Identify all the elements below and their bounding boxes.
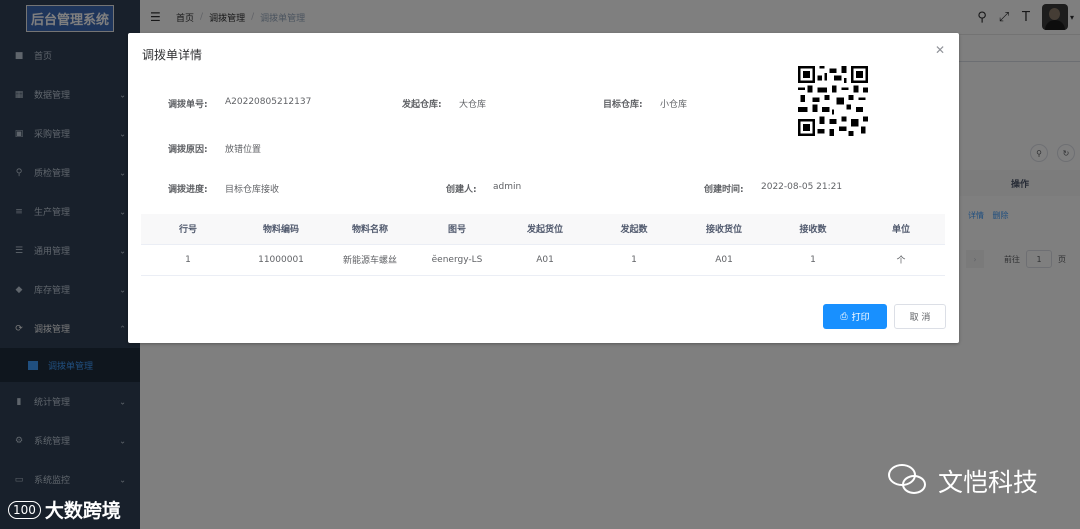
created-time-label: 创建时间: — [704, 185, 744, 195]
col-material-name: 物料名称 — [327, 214, 413, 245]
col-to-qty: 接收数 — [769, 214, 857, 245]
created-time-value: 2022-08-05 21:21 — [761, 182, 843, 192]
cell-material-code: 11000001 — [235, 244, 327, 276]
print-button[interactable]: ⎙ 打印 — [823, 304, 887, 329]
dialog-title: 调拨单详情 — [142, 48, 203, 62]
col-drawing-no: 图号 — [413, 214, 501, 245]
watermark-right: 文恺科技 — [888, 463, 1038, 499]
cell-to-location: A01 — [679, 244, 769, 276]
cell-line-no: 1 — [141, 244, 235, 276]
col-unit: 单位 — [857, 214, 945, 245]
watermark-logo: 100 — [8, 500, 41, 519]
close-icon[interactable]: ✕ — [935, 43, 945, 57]
printer-icon: ⎙ — [840, 311, 848, 322]
watermark-left-text: 大数跨境 — [44, 500, 121, 522]
cell-drawing-no: ӗenergy-LS — [413, 244, 501, 276]
col-from-qty: 发起数 — [589, 214, 679, 245]
cell-unit: 个 — [857, 244, 945, 276]
to-warehouse-value: 小仓库 — [660, 100, 688, 110]
cell-from-qty: 1 — [589, 244, 679, 276]
wechat-icon — [888, 464, 930, 498]
creator-value: admin — [493, 182, 522, 192]
from-warehouse-value: 大仓库 — [459, 100, 487, 110]
reason-label: 调拨原因: — [168, 145, 208, 155]
from-warehouse-label: 发起仓库: — [402, 100, 442, 110]
cancel-button[interactable]: 取 消 — [894, 304, 946, 329]
qr-code-image — [798, 66, 868, 136]
print-button-label: 打印 — [851, 313, 870, 323]
col-material-code: 物料编码 — [235, 214, 327, 245]
col-to-location: 接收货位 — [679, 214, 769, 245]
creator-label: 创建人: — [446, 185, 477, 195]
table-header-row: 行号 物料编码 物料名称 图号 发起货位 发起数 接收货位 接收数 单位 — [141, 214, 945, 245]
order-no-label: 调拨单号: — [168, 100, 208, 110]
detail-table: 行号 物料编码 物料名称 图号 发起货位 发起数 接收货位 接收数 单位 1 1… — [141, 214, 945, 276]
cell-from-location: A01 — [501, 244, 589, 276]
cell-material-name: 新能源车螺丝 — [327, 244, 413, 276]
table-row: 1 11000001 新能源车螺丝 ӗenergy-LS A01 1 A01 1… — [141, 244, 945, 276]
order-no-value: A20220805212137 — [225, 97, 312, 107]
progress-label: 调拨进度: — [168, 185, 208, 195]
to-warehouse-label: 目标仓库: — [603, 100, 643, 110]
transfer-detail-dialog: 调拨单详情 ✕ 调拨单号: A20220805212137 发起仓库: 大仓库 … — [128, 33, 959, 343]
watermark-left: 100 大数跨境 — [8, 496, 121, 523]
col-line-no: 行号 — [141, 214, 235, 245]
col-from-location: 发起货位 — [501, 214, 589, 245]
reason-value: 放错位置 — [225, 145, 262, 155]
watermark-right-text: 文恺科技 — [938, 468, 1039, 497]
progress-value: 目标仓库接收 — [225, 185, 280, 195]
cell-to-qty: 1 — [769, 244, 857, 276]
